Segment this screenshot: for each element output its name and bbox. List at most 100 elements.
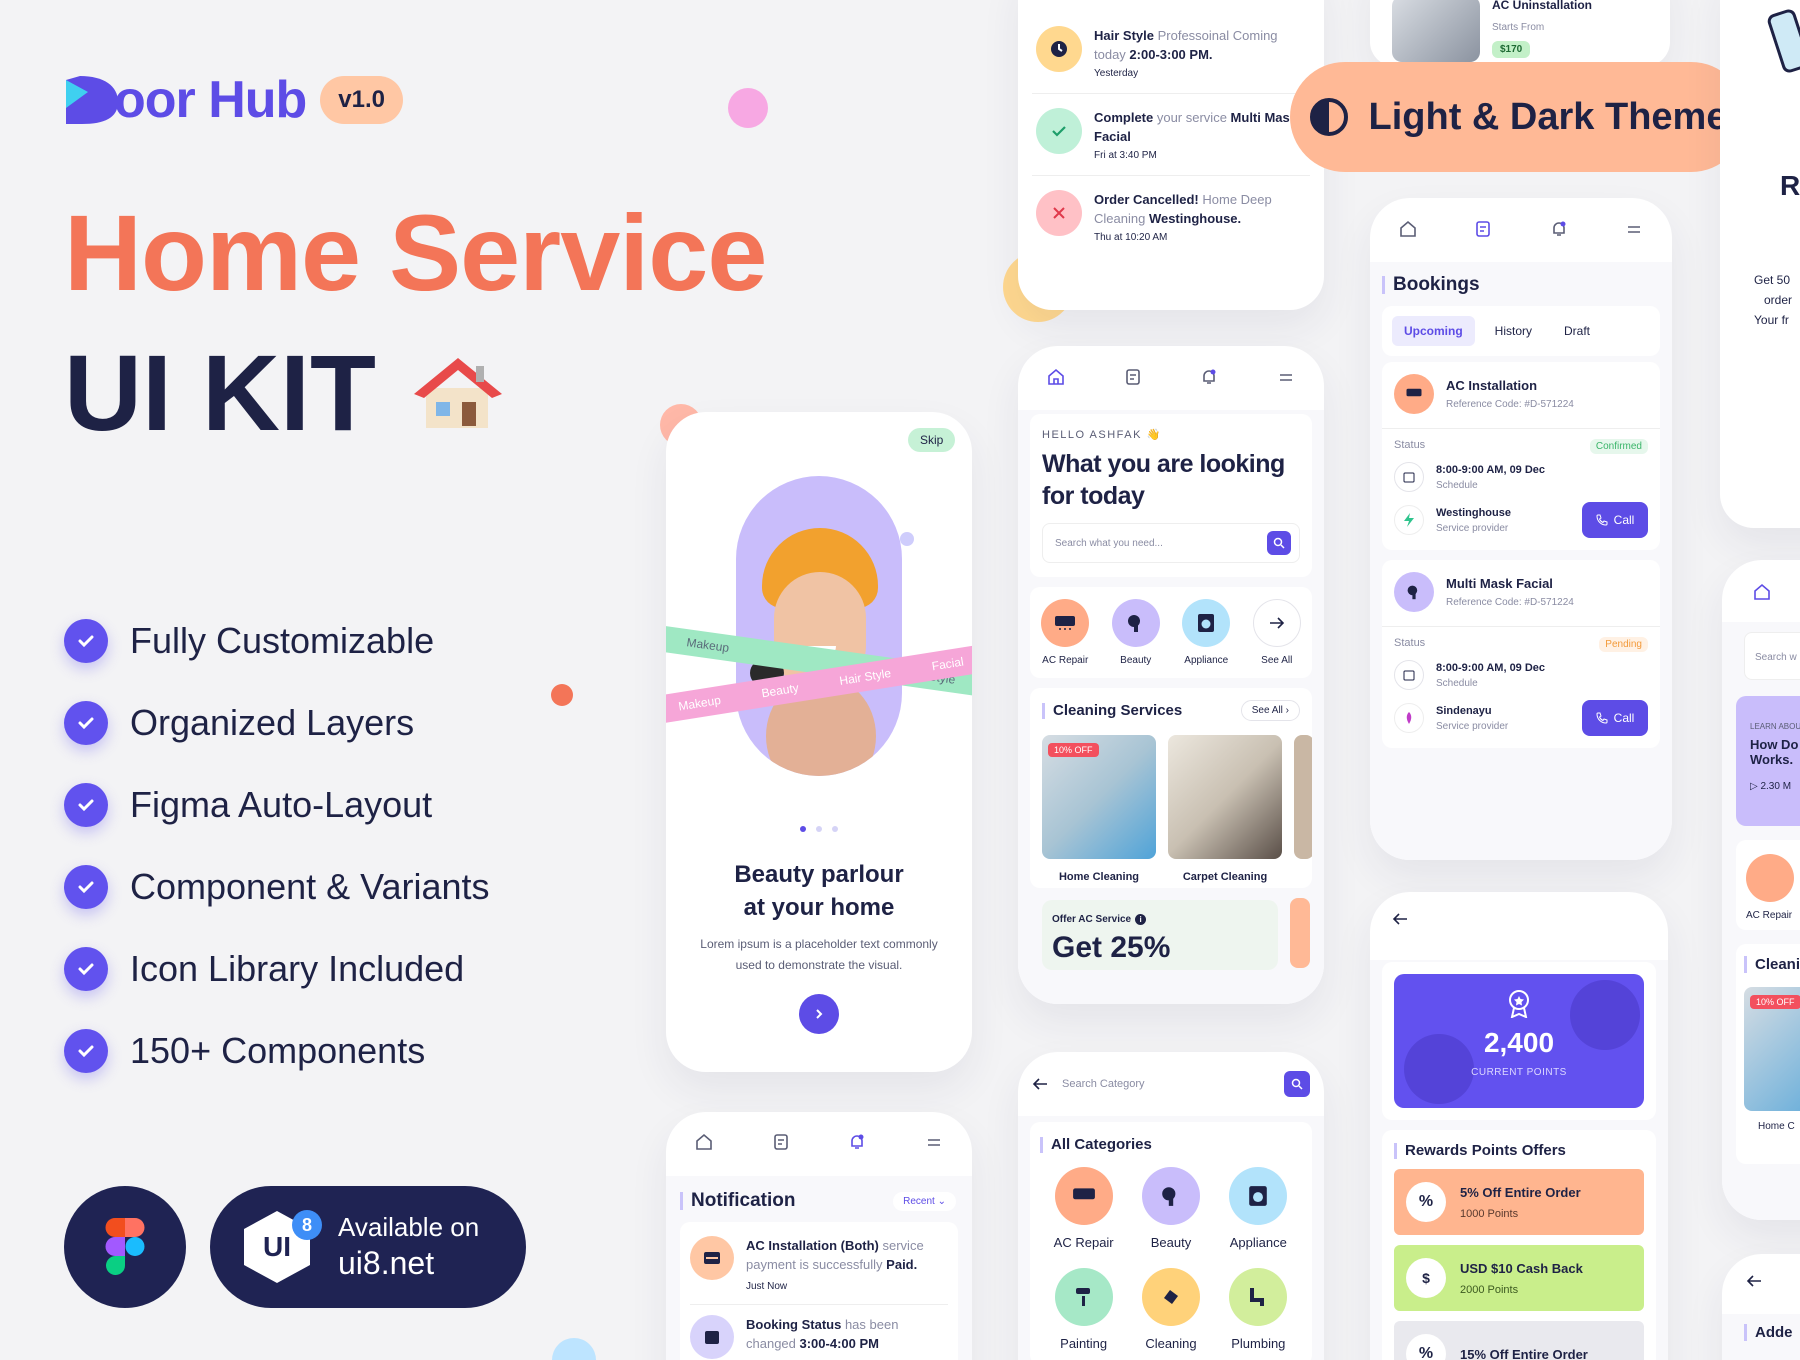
bullet-text: Your fr <box>1754 313 1789 327</box>
category-cleaning[interactable]: Cleaning <box>1129 1268 1213 1351</box>
category-beauty[interactable]: Beauty <box>1103 599 1169 666</box>
notif-strong: 2:00-3:00 PM. <box>1129 47 1213 62</box>
service-name: Home C <box>1758 1121 1795 1132</box>
ui8-badge[interactable]: UI 8 Available on ui8.net <box>210 1186 526 1308</box>
decor-coral-dot <box>551 684 573 706</box>
document-icon[interactable] <box>771 1132 791 1152</box>
document-icon[interactable] <box>1473 219 1493 239</box>
home-icon[interactable] <box>694 1132 714 1152</box>
learn-card[interactable]: LEARN ABOU How Do Works. ▷ 2.30 M <box>1736 696 1800 826</box>
notification-item[interactable]: Hair Style Professoinal Coming today 2:0… <box>1032 12 1310 94</box>
bell-icon[interactable] <box>847 1132 867 1152</box>
category-painting[interactable]: Painting <box>1042 1268 1126 1351</box>
reward-offer[interactable]: % 15% Off Entire Order <box>1394 1321 1644 1360</box>
figma-badge[interactable] <box>64 1186 186 1308</box>
home-icon[interactable] <box>1398 219 1418 239</box>
call-button[interactable]: Call <box>1582 700 1648 736</box>
ui8-logo-text: UI <box>263 1231 291 1262</box>
status-badge: Pending <box>1599 637 1648 652</box>
tab-history[interactable]: History <box>1483 316 1544 346</box>
bell-icon[interactable] <box>1549 219 1569 239</box>
provider-name: Westinghouse <box>1436 506 1511 519</box>
category-ac-repair[interactable]: AC Repair <box>1042 1167 1126 1250</box>
feature-item: Fully Customizable <box>64 600 490 682</box>
discount-badge: 10% OFF <box>1750 995 1800 1009</box>
category-appliance[interactable]: Appliance <box>1216 1167 1300 1250</box>
feature-item: Component & Variants <box>64 846 490 928</box>
category-beauty[interactable]: Beauty <box>1129 1167 1213 1250</box>
menu-icon[interactable] <box>924 1132 944 1152</box>
card-icon <box>690 1236 734 1280</box>
ui8-line1: Available on <box>338 1212 480 1242</box>
booking-ref: Reference Code: #D-571224 <box>1446 399 1574 410</box>
home-screen: HELLO ASHFAK 👋 What you are looking for … <box>1018 346 1324 1004</box>
menu-icon[interactable] <box>1276 367 1296 387</box>
booking-card[interactable]: AC Installation Reference Code: #D-571224… <box>1382 362 1660 550</box>
check-icon <box>64 619 108 663</box>
offer-title: 5% Off Entire Order <box>1460 1184 1581 1200</box>
booking-name: Multi Mask Facial <box>1446 576 1553 591</box>
calendar-icon <box>690 1315 734 1359</box>
reward-offer[interactable]: % 5% Off Entire Order 1000 Points <box>1394 1169 1644 1235</box>
search-input[interactable]: Search w <box>1744 632 1800 680</box>
back-arrow-icon[interactable] <box>1392 912 1408 926</box>
notification-item[interactable]: Booking Status has been changed 3:00-4:0… <box>690 1305 948 1360</box>
notification-item[interactable]: Complete your service Multi Mask Facial F… <box>1032 94 1310 176</box>
ribbon-word: Makeup <box>685 635 730 656</box>
reward-offer[interactable]: $ USD $10 Cash Back 2000 Points <box>1394 1245 1644 1311</box>
search-category-input[interactable]: Search Category <box>1032 1064 1310 1104</box>
notification-item[interactable]: Order Cancelled! Home Deep Cleaning West… <box>1032 176 1310 257</box>
bottom-nav <box>666 1112 972 1172</box>
category-label: AC Repair <box>1746 910 1793 921</box>
search-icon[interactable] <box>1267 531 1291 555</box>
see-all-button[interactable]: See All › <box>1240 700 1300 721</box>
ac-uninstall-card[interactable]: AC Uninstallation Starts From $170 <box>1370 0 1670 66</box>
washer-icon <box>1182 599 1231 647</box>
learn-title: How Do <box>1750 737 1799 752</box>
decor-blue-dot <box>552 1338 596 1360</box>
notif-strong: 3:00-4:00 PM <box>799 1336 879 1351</box>
search-placeholder: Search w <box>1755 652 1797 663</box>
booking-time: 8:00-9:00 AM, 09 Dec <box>1436 661 1546 674</box>
service-card-home-cleaning[interactable]: 10% OFF Home Cleaning <box>1042 735 1156 883</box>
tab-upcoming[interactable]: Upcoming <box>1392 316 1475 346</box>
section-title: Adde <box>1744 1324 1800 1341</box>
bell-icon[interactable] <box>1199 367 1219 387</box>
theme-pill: Light & Dark Theme <box>1290 62 1746 172</box>
menu-icon[interactable] <box>1624 219 1644 239</box>
feature-item: Icon Library Included <box>64 928 490 1010</box>
service-title: AC Uninstallation <box>1492 0 1593 12</box>
tab-draft[interactable]: Draft <box>1552 316 1602 346</box>
version-badge: v1.0 <box>320 76 404 124</box>
call-button[interactable]: Call <box>1582 502 1648 538</box>
hair-dryer-icon <box>1394 572 1434 612</box>
service-card-carpet-cleaning[interactable]: Carpet Cleaning <box>1168 735 1282 883</box>
category-appliance[interactable]: Appliance <box>1173 599 1239 666</box>
headline-line2-text: UI KIT <box>64 332 376 453</box>
home-icon[interactable] <box>1046 367 1066 387</box>
search-input[interactable]: Search what you need... <box>1042 523 1300 563</box>
back-arrow-icon[interactable] <box>1746 1274 1762 1288</box>
booking-card[interactable]: Multi Mask Facial Reference Code: #D-5712… <box>1382 560 1660 748</box>
recent-filter[interactable]: Recent ⌄ <box>893 1191 956 1211</box>
notif-time: Fri at 3:40 PM <box>1094 150 1157 161</box>
home-icon[interactable] <box>1752 582 1772 602</box>
skip-button[interactable]: Skip <box>908 428 956 452</box>
document-icon[interactable] <box>1123 367 1143 387</box>
search-icon[interactable] <box>1284 1071 1310 1097</box>
back-arrow-icon[interactable] <box>1032 1077 1048 1091</box>
category-ac-repair[interactable]: AC Repair <box>1032 599 1098 666</box>
notification-item[interactable]: AC Installation (Both) service payment i… <box>690 1228 948 1305</box>
ui8-number-badge: 8 <box>292 1210 322 1240</box>
calendar-icon <box>1394 660 1424 690</box>
category-plumbing[interactable]: Plumbing <box>1216 1268 1300 1351</box>
next-button[interactable] <box>799 994 839 1034</box>
provider-name: Sindenayu <box>1436 704 1492 717</box>
offer-card[interactable]: Offer AC Service i Get 25% <box>1042 900 1278 970</box>
check-icon <box>64 701 108 745</box>
calendar-icon <box>1394 462 1424 492</box>
ribbon-word: Hair Style <box>838 666 892 688</box>
dollar-icon: $ <box>1406 1258 1446 1298</box>
ui8-line2: ui8.net <box>338 1245 435 1281</box>
category-see-all[interactable]: See All <box>1244 599 1310 666</box>
